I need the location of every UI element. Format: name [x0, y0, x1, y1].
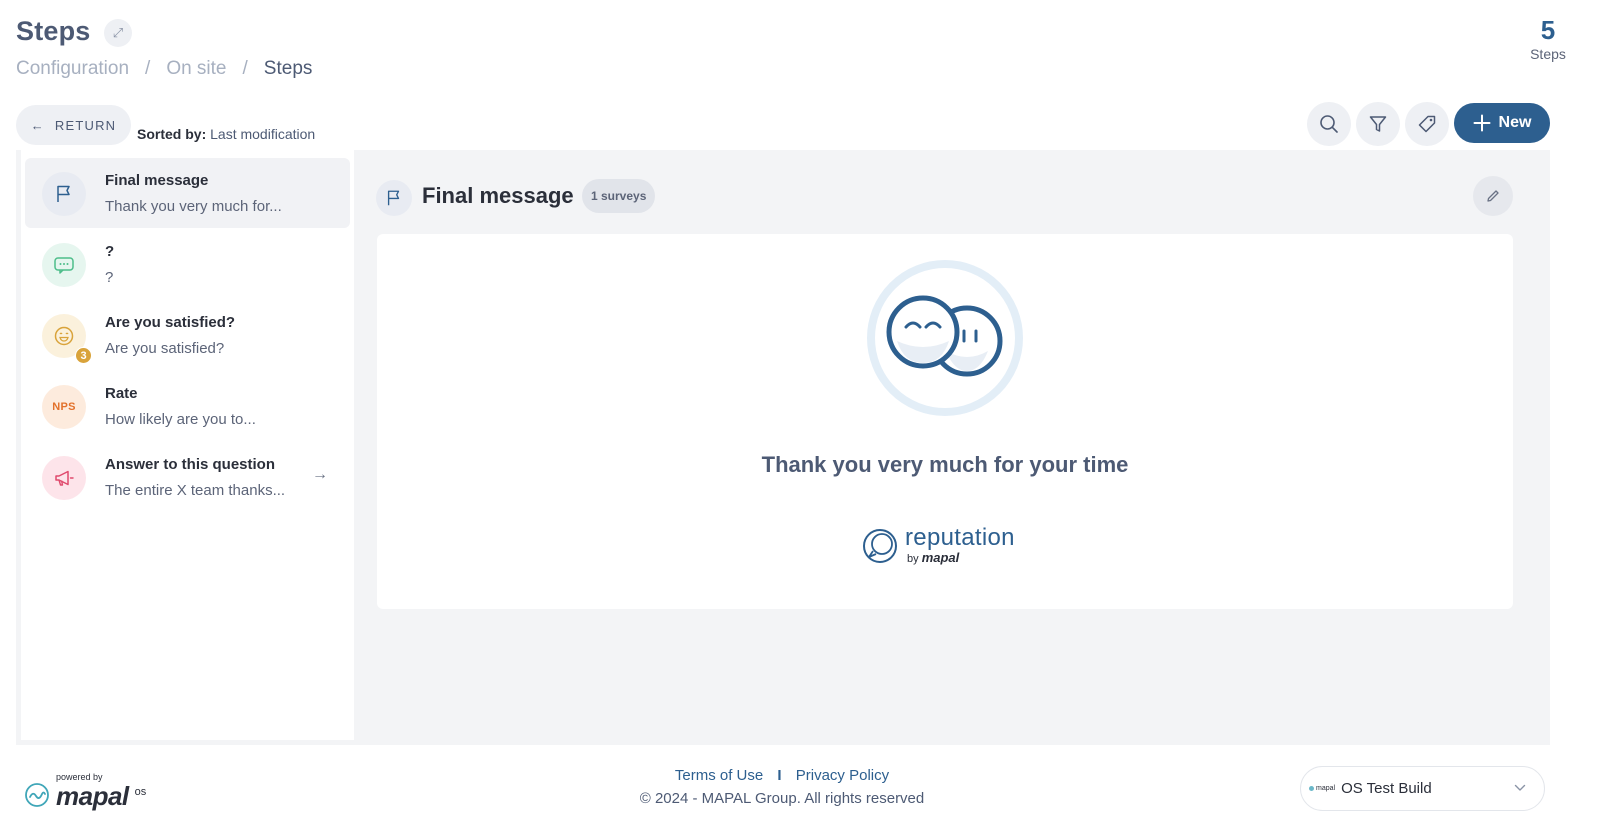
environment-select[interactable]: mapal OS Test Build — [1300, 766, 1545, 811]
breadcrumb-on-site[interactable]: On site — [166, 58, 226, 80]
list-item-subtitle: Thank you very much for... — [105, 198, 282, 215]
list-item-title: Final message — [105, 172, 209, 189]
list-item-subtitle: The entire X team thanks... — [105, 482, 286, 499]
pencil-icon — [1487, 190, 1499, 202]
list-item-subtitle: ? — [105, 269, 114, 286]
chevron-down-icon — [1514, 781, 1526, 795]
env-label: OS Test Build — [1341, 780, 1432, 797]
smiley-icon — [54, 326, 74, 346]
flag-icon — [387, 190, 400, 206]
expand-button[interactable]: ⤢ — [104, 19, 132, 47]
new-label: New — [1498, 114, 1532, 131]
list-item-title: ? — [105, 243, 115, 260]
env-logo-dot — [1309, 786, 1314, 791]
search-button[interactable] — [1307, 102, 1351, 146]
step-icon — [42, 243, 86, 287]
steps-counter: 5 Steps — [1508, 14, 1588, 62]
return-label: RETURN — [54, 117, 117, 133]
megaphone-icon — [55, 470, 74, 486]
new-button[interactable]: New — [1454, 103, 1550, 143]
sorted-prefix: Sorted by: — [137, 126, 207, 142]
count-badge: 3 — [75, 347, 92, 364]
breadcrumb: Configuration / On site / Steps — [16, 58, 312, 80]
list-item-title: Rate — [105, 385, 138, 402]
message-preview-card: Thank you very much for your time reputa… — [377, 234, 1513, 609]
privacy-policy-link[interactable]: Privacy Policy — [796, 767, 889, 784]
brand-by-text: by — [907, 553, 919, 565]
nps-icon: NPS — [52, 401, 76, 413]
list-item-rate[interactable]: NPS Rate How likely are you to... — [25, 371, 350, 441]
reputation-logo-icon — [863, 528, 897, 563]
plus-icon — [1473, 114, 1491, 132]
return-button[interactable]: ← RETURN — [16, 105, 131, 145]
reputation-logo: reputation by mapal — [861, 526, 1015, 565]
footer-divider: I — [777, 767, 782, 784]
brand-by: by mapal — [907, 551, 1015, 565]
final-message-text: Thank you very much for your time — [761, 452, 1129, 477]
list-item-title: Answer to this question — [105, 456, 276, 473]
list-item-final-message[interactable]: Final message Thank you very much for... — [25, 158, 350, 228]
list-item-question[interactable]: ? ? — [25, 229, 350, 299]
expand-icon: ⤢ — [112, 25, 124, 40]
step-icon: 3 — [42, 314, 92, 364]
smiley-illustration — [866, 259, 1024, 417]
list-item-subtitle: How likely are you to... — [105, 411, 256, 428]
filter-button[interactable] — [1356, 102, 1400, 146]
step-icon: NPS — [42, 385, 86, 429]
surveys-badge[interactable]: 1 surveys — [582, 179, 656, 213]
step-icon — [42, 172, 86, 216]
brand-company: mapal — [921, 550, 960, 565]
arrow-right-icon: → — [312, 466, 328, 483]
terms-of-use-link[interactable]: Terms of Use — [675, 767, 763, 784]
list-item-are-you-satisfied[interactable]: 3 Are you satisfied? Are you satisfied? — [25, 300, 350, 370]
breadcrumb-steps: Steps — [263, 58, 313, 79]
steps-list: Final message Thank you very much for...… — [21, 150, 354, 740]
chat-icon — [54, 257, 74, 274]
list-item-title: Are you satisfied? — [105, 314, 236, 331]
steps-count: 5 — [1540, 15, 1556, 45]
search-icon — [1320, 115, 1338, 133]
env-logo: mapal — [1309, 785, 1335, 792]
sort-indicator[interactable]: Sorted by: Last modification — [137, 126, 315, 142]
filter-icon — [1369, 116, 1387, 132]
list-item-subtitle: Are you satisfied? — [105, 340, 225, 357]
detail-title: Final message — [422, 183, 574, 208]
tag-button[interactable] — [1405, 102, 1449, 146]
sorted-value: Last modification — [210, 126, 316, 142]
breadcrumb-separator: / — [242, 58, 248, 79]
edit-button[interactable] — [1473, 176, 1513, 216]
breadcrumb-configuration[interactable]: Configuration — [16, 58, 129, 80]
list-item-answer-to-this-question[interactable]: Answer to this question The entire X tea… — [25, 442, 350, 512]
main-panel: Final message Thank you very much for...… — [16, 150, 1550, 745]
breadcrumb-separator: / — [145, 58, 151, 79]
page-title: Steps — [16, 16, 91, 46]
brand-name: reputation — [905, 524, 1015, 551]
steps-count-label: Steps — [1530, 46, 1566, 62]
detail-step-icon — [376, 180, 412, 216]
tag-icon — [1418, 115, 1436, 133]
step-icon — [42, 456, 86, 500]
arrow-left-icon: ← — [30, 117, 45, 133]
flag-icon — [57, 185, 70, 202]
env-logo-text: mapal — [1316, 785, 1336, 792]
